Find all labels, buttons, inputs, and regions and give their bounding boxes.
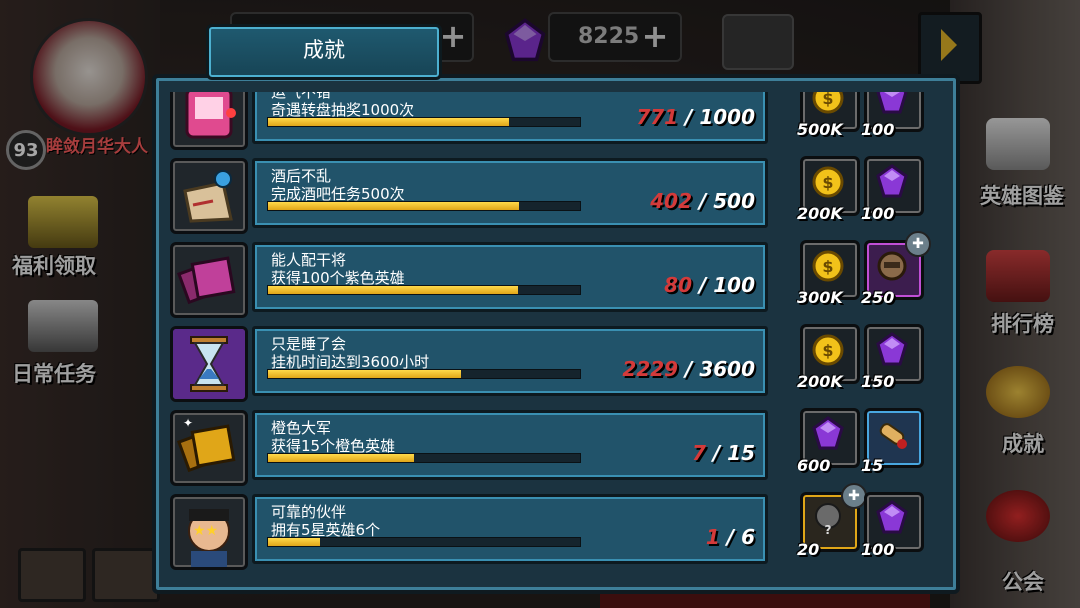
reward-slot[interactable]: ✚ 250 bbox=[861, 231, 931, 307]
purple-gem-icon bbox=[876, 92, 908, 114]
panel-title: 成就 bbox=[206, 24, 442, 80]
progress-bar bbox=[267, 453, 581, 463]
progress-count: 402 / 500 bbox=[650, 189, 755, 213]
achievement-card: 只是睡了会 挂机时间达到3600小时 2229 / 3600 bbox=[252, 326, 768, 396]
reward-slot[interactable]: 600 bbox=[797, 408, 860, 475]
reward-slot[interactable]: 100 bbox=[861, 492, 924, 559]
reward-slot[interactable]: 150 bbox=[861, 324, 924, 391]
achievement-row: 只是睡了会 挂机时间达到3600小时 2229 / 3600 $200K 150 bbox=[170, 324, 930, 402]
mystery-fragment-icon: ? bbox=[815, 503, 841, 537]
achievement-row: 能人配干将 获得100个紫色英雄 80 / 100 $300K ✚ 250 bbox=[170, 231, 931, 318]
achievement-card: 可靠的伙伴 拥有5星英雄6个 1 / 6 bbox=[252, 494, 768, 564]
achievement-card: 能人配干将 获得100个紫色英雄 80 / 100 bbox=[252, 242, 768, 312]
progress-count: 1 / 6 bbox=[705, 525, 755, 549]
gold-coin-icon: $ bbox=[812, 334, 844, 366]
achievement-card: 橙色大军 获得15个橙色英雄 7 / 15 bbox=[252, 410, 768, 480]
achievement-card: 运气不错 奇遇转盘抽奖1000次 771 / 1000 bbox=[252, 92, 768, 144]
purple-gem-icon bbox=[876, 332, 908, 366]
orange-cards-icon: ✦ bbox=[170, 410, 248, 486]
progress-fill bbox=[268, 118, 509, 126]
progress-fill bbox=[268, 286, 518, 294]
achievement-row: 酒后不乱 完成酒吧任务500次 402 / 500 $200K 100 bbox=[170, 156, 930, 234]
progress-fill bbox=[268, 370, 462, 378]
reward-slot[interactable]: $200K bbox=[797, 156, 860, 223]
pinned-note-icon bbox=[170, 158, 248, 234]
reward-slot[interactable]: 15 bbox=[861, 408, 924, 475]
svg-text:$: $ bbox=[822, 257, 833, 276]
reward-slot[interactable]: $200K bbox=[797, 324, 860, 391]
scroll-icon bbox=[879, 423, 907, 449]
progress-bar bbox=[267, 117, 581, 127]
reward-slot[interactable]: $500K bbox=[797, 92, 860, 139]
achievement-card: 酒后不乱 完成酒吧任务500次 402 / 500 bbox=[252, 158, 768, 228]
achievement-row: 运气不错 奇遇转盘抽奖1000次 771 / 1000 $500K 100 bbox=[170, 92, 930, 150]
progress-bar bbox=[267, 201, 581, 211]
progress-fill bbox=[268, 538, 321, 546]
svg-text:?: ? bbox=[825, 523, 832, 537]
purple-gem-icon bbox=[812, 416, 844, 450]
star-hero-icon: ★★ bbox=[170, 494, 248, 570]
hourglass-icon bbox=[170, 326, 248, 402]
reward-slot[interactable]: 100 bbox=[861, 92, 924, 139]
svg-text:$: $ bbox=[822, 173, 833, 192]
svg-text:$: $ bbox=[822, 92, 833, 108]
svg-text:★★: ★★ bbox=[193, 523, 218, 539]
purple-cards-icon bbox=[170, 242, 248, 318]
achievement-row: ✦ 橙色大军 获得15个橙色英雄 7 / 15 600 15 bbox=[170, 408, 930, 486]
achievement-list[interactable]: 运气不错 奇遇转盘抽奖1000次 771 / 1000 $500K 100 酒后… bbox=[170, 92, 940, 578]
progress-bar bbox=[267, 537, 581, 547]
progress-fill bbox=[268, 202, 519, 210]
reward-slot[interactable]: $300K bbox=[797, 240, 860, 307]
progress-bar bbox=[267, 369, 581, 379]
hero-fragment-icon bbox=[877, 251, 907, 281]
progress-count: 80 / 100 bbox=[664, 273, 755, 297]
reward-slot[interactable]: 100 bbox=[861, 156, 924, 223]
purple-gem-icon bbox=[876, 164, 908, 198]
reward-slot[interactable]: ? ✚ 20 bbox=[797, 483, 867, 559]
progress-count: 7 / 15 bbox=[692, 441, 755, 465]
gold-coin-icon: $ bbox=[812, 92, 844, 114]
gold-coin-icon: $ bbox=[812, 250, 844, 282]
svg-text:$: $ bbox=[822, 341, 833, 360]
achievement-row: ★★ 可靠的伙伴 拥有5星英雄6个 1 / 6 ? ✚ 20 100 bbox=[170, 483, 930, 570]
fragment-badge-icon: ✚ bbox=[905, 231, 931, 257]
progress-fill bbox=[268, 454, 414, 462]
progress-bar bbox=[267, 285, 581, 295]
progress-count: 771 / 1000 bbox=[636, 105, 755, 129]
purple-gem-icon bbox=[876, 500, 908, 534]
progress-count: 2229 / 3600 bbox=[622, 357, 755, 381]
svg-text:✦: ✦ bbox=[183, 416, 193, 430]
slot-machine-icon bbox=[170, 92, 248, 150]
gold-coin-icon: $ bbox=[812, 166, 844, 198]
